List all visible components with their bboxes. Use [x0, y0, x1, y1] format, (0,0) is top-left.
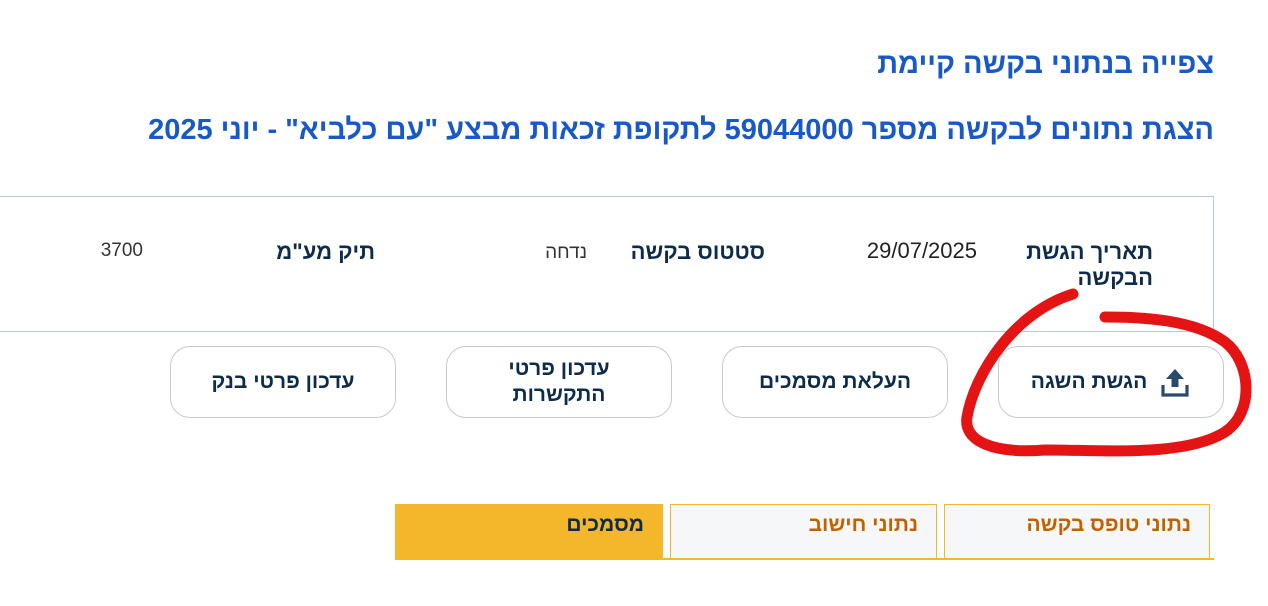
details-tabs: נתוני טופס בקשה נתוני חישוב מסמכים	[395, 504, 1214, 560]
status-label: סטטוס בקשה	[630, 239, 765, 264]
vat-file-value: 3700	[100, 240, 143, 261]
tab-request-form-data[interactable]: נתוני טופס בקשה	[944, 504, 1210, 558]
upload-documents-label: העלאת מסמכים	[758, 370, 912, 393]
submission-date-value: 29/07/2025	[866, 238, 977, 263]
page-title: צפייה בנתוני בקשה קיימת	[877, 48, 1214, 80]
status-value: נדחה	[545, 242, 587, 263]
update-contact-details-label: עדכון פרטי התקשרות	[508, 357, 610, 406]
submission-date-label: תאריך הגשת הבקשה	[1026, 239, 1153, 290]
update-bank-details-button[interactable]: עדכון פרטי בנק	[170, 346, 396, 418]
upload-icon	[1159, 366, 1191, 398]
tab-calculation-data[interactable]: נתוני חישוב	[670, 504, 937, 558]
update-contact-details-button[interactable]: עדכון פרטי התקשרות	[446, 346, 672, 418]
update-bank-details-label: עדכון פרטי בנק	[211, 370, 355, 393]
request-info-panel: תאריך הגשת הבקשה 29/07/2025 סטטוס בקשה נ…	[0, 196, 1214, 332]
submit-objection-label: הגשת השגה	[1030, 370, 1148, 393]
upload-documents-button[interactable]: העלאת מסמכים	[722, 346, 948, 418]
submit-objection-button[interactable]: הגשת השגה	[998, 346, 1224, 418]
vat-file-label: תיק מע"מ	[276, 239, 375, 264]
page-subtitle: הצגת נתונים לבקשה מספר 59044000 לתקופת ז…	[148, 114, 1214, 146]
tab-documents[interactable]: מסמכים	[395, 504, 663, 558]
